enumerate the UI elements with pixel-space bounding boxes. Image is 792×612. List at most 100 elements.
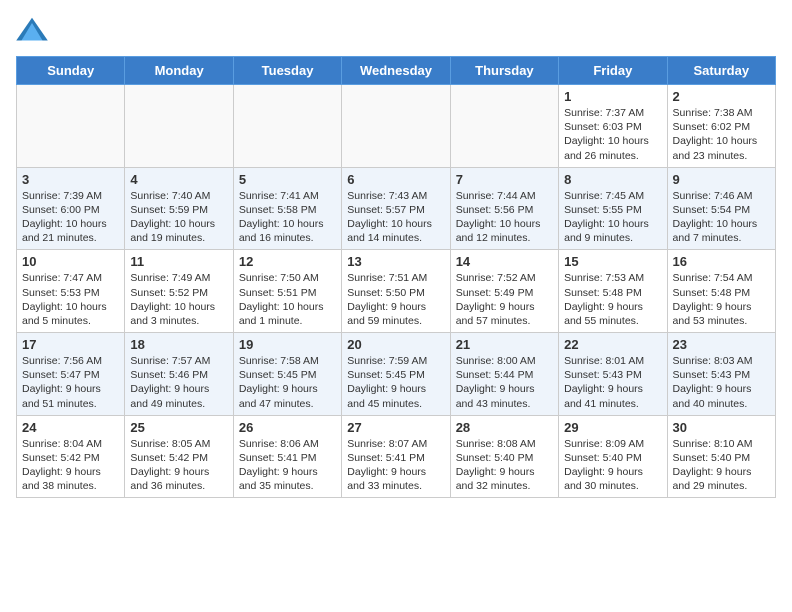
calendar-cell: 20 Sunrise: 7:59 AM Sunset: 5:45 PM Dayli…: [342, 333, 450, 416]
logo: [16, 16, 52, 44]
day-number: 16: [673, 254, 770, 269]
day-number: 20: [347, 337, 444, 352]
day-info: Sunrise: 7:59 AM Sunset: 5:45 PM Dayligh…: [347, 354, 444, 411]
day-number: 26: [239, 420, 336, 435]
day-info: Sunrise: 7:47 AM Sunset: 5:53 PM Dayligh…: [22, 271, 119, 328]
day-number: 8: [564, 172, 661, 187]
day-info: Sunrise: 7:58 AM Sunset: 5:45 PM Dayligh…: [239, 354, 336, 411]
calendar-cell: [125, 85, 233, 168]
day-header-tuesday: Tuesday: [233, 57, 341, 85]
day-header-monday: Monday: [125, 57, 233, 85]
calendar-table: SundayMondayTuesdayWednesdayThursdayFrid…: [16, 56, 776, 498]
day-number: 2: [673, 89, 770, 104]
calendar-cell: 2 Sunrise: 7:38 AM Sunset: 6:02 PM Daylig…: [667, 85, 775, 168]
day-number: 19: [239, 337, 336, 352]
day-info: Sunrise: 8:09 AM Sunset: 5:40 PM Dayligh…: [564, 437, 661, 494]
day-number: 24: [22, 420, 119, 435]
day-info: Sunrise: 7:52 AM Sunset: 5:49 PM Dayligh…: [456, 271, 553, 328]
day-number: 27: [347, 420, 444, 435]
calendar-cell: 4 Sunrise: 7:40 AM Sunset: 5:59 PM Daylig…: [125, 167, 233, 250]
calendar-week-2: 3Sunrise: 7:39 AM Sunset: 6:00 PM Daylig…: [17, 167, 776, 250]
day-info: Sunrise: 8:10 AM Sunset: 5:40 PM Dayligh…: [673, 437, 770, 494]
day-number: 7: [456, 172, 553, 187]
day-header-sunday: Sunday: [17, 57, 125, 85]
calendar-cell: 9 Sunrise: 7:46 AM Sunset: 5:54 PM Daylig…: [667, 167, 775, 250]
day-number: 11: [130, 254, 227, 269]
day-number: 22: [564, 337, 661, 352]
day-header-wednesday: Wednesday: [342, 57, 450, 85]
day-number: 9: [673, 172, 770, 187]
calendar-cell: 17 Sunrise: 7:56 AM Sunset: 5:47 PM Dayli…: [17, 333, 125, 416]
day-info: Sunrise: 7:44 AM Sunset: 5:56 PM Dayligh…: [456, 189, 553, 246]
day-info: Sunrise: 8:06 AM Sunset: 5:41 PM Dayligh…: [239, 437, 336, 494]
day-number: 17: [22, 337, 119, 352]
calendar-cell: 5Sunrise: 7:41 AM Sunset: 5:58 PM Daylig…: [233, 167, 341, 250]
day-info: Sunrise: 7:50 AM Sunset: 5:51 PM Dayligh…: [239, 271, 336, 328]
day-number: 10: [22, 254, 119, 269]
day-number: 28: [456, 420, 553, 435]
calendar-cell: 27Sunrise: 8:07 AM Sunset: 5:41 PM Dayli…: [342, 415, 450, 498]
calendar-header-row: SundayMondayTuesdayWednesdayThursdayFrid…: [17, 57, 776, 85]
day-info: Sunrise: 8:00 AM Sunset: 5:44 PM Dayligh…: [456, 354, 553, 411]
calendar-week-5: 24 Sunrise: 8:04 AM Sunset: 5:42 PM Dayli…: [17, 415, 776, 498]
logo-icon: [16, 16, 48, 44]
calendar-cell: 21 Sunrise: 8:00 AM Sunset: 5:44 PM Dayli…: [450, 333, 558, 416]
day-info: Sunrise: 8:04 AM Sunset: 5:42 PM Dayligh…: [22, 437, 119, 494]
calendar-cell: 13 Sunrise: 7:51 AM Sunset: 5:50 PM Dayli…: [342, 250, 450, 333]
calendar-cell: [342, 85, 450, 168]
day-number: 23: [673, 337, 770, 352]
calendar-cell: 11 Sunrise: 7:49 AM Sunset: 5:52 PM Dayli…: [125, 250, 233, 333]
day-number: 18: [130, 337, 227, 352]
day-info: Sunrise: 7:37 AM Sunset: 6:03 PM Dayligh…: [564, 106, 661, 163]
day-info: Sunrise: 7:43 AM Sunset: 5:57 PM Dayligh…: [347, 189, 444, 246]
calendar-cell: 18 Sunrise: 7:57 AM Sunset: 5:46 PM Dayli…: [125, 333, 233, 416]
day-info: Sunrise: 7:51 AM Sunset: 5:50 PM Dayligh…: [347, 271, 444, 328]
day-info: Sunrise: 7:49 AM Sunset: 5:52 PM Dayligh…: [130, 271, 227, 328]
day-info: Sunrise: 7:54 AM Sunset: 5:48 PM Dayligh…: [673, 271, 770, 328]
calendar-cell: 25Sunrise: 8:05 AM Sunset: 5:42 PM Dayli…: [125, 415, 233, 498]
day-info: Sunrise: 8:05 AM Sunset: 5:42 PM Dayligh…: [130, 437, 227, 494]
calendar-cell: [233, 85, 341, 168]
day-info: Sunrise: 7:53 AM Sunset: 5:48 PM Dayligh…: [564, 271, 661, 328]
calendar-cell: 14Sunrise: 7:52 AM Sunset: 5:49 PM Dayli…: [450, 250, 558, 333]
calendar-week-1: 1 Sunrise: 7:37 AM Sunset: 6:03 PM Daylig…: [17, 85, 776, 168]
calendar-cell: 10 Sunrise: 7:47 AM Sunset: 5:53 PM Dayli…: [17, 250, 125, 333]
calendar-cell: 8 Sunrise: 7:45 AM Sunset: 5:55 PM Daylig…: [559, 167, 667, 250]
day-header-saturday: Saturday: [667, 57, 775, 85]
day-info: Sunrise: 7:46 AM Sunset: 5:54 PM Dayligh…: [673, 189, 770, 246]
calendar-cell: 16 Sunrise: 7:54 AM Sunset: 5:48 PM Dayli…: [667, 250, 775, 333]
calendar-cell: 26 Sunrise: 8:06 AM Sunset: 5:41 PM Dayli…: [233, 415, 341, 498]
day-info: Sunrise: 7:38 AM Sunset: 6:02 PM Dayligh…: [673, 106, 770, 163]
calendar-cell: 1 Sunrise: 7:37 AM Sunset: 6:03 PM Daylig…: [559, 85, 667, 168]
day-number: 29: [564, 420, 661, 435]
day-info: Sunrise: 8:03 AM Sunset: 5:43 PM Dayligh…: [673, 354, 770, 411]
day-number: 21: [456, 337, 553, 352]
calendar-cell: 23 Sunrise: 8:03 AM Sunset: 5:43 PM Dayli…: [667, 333, 775, 416]
calendar-cell: 24 Sunrise: 8:04 AM Sunset: 5:42 PM Dayli…: [17, 415, 125, 498]
day-info: Sunrise: 7:40 AM Sunset: 5:59 PM Dayligh…: [130, 189, 227, 246]
page-header: [16, 16, 776, 44]
calendar-cell: 30 Sunrise: 8:10 AM Sunset: 5:40 PM Dayli…: [667, 415, 775, 498]
day-info: Sunrise: 8:01 AM Sunset: 5:43 PM Dayligh…: [564, 354, 661, 411]
calendar-cell: 19 Sunrise: 7:58 AM Sunset: 5:45 PM Dayli…: [233, 333, 341, 416]
calendar-cell: 7 Sunrise: 7:44 AM Sunset: 5:56 PM Daylig…: [450, 167, 558, 250]
calendar-cell: 15 Sunrise: 7:53 AM Sunset: 5:48 PM Dayli…: [559, 250, 667, 333]
day-info: Sunrise: 7:56 AM Sunset: 5:47 PM Dayligh…: [22, 354, 119, 411]
calendar-cell: 22 Sunrise: 8:01 AM Sunset: 5:43 PM Dayli…: [559, 333, 667, 416]
day-info: Sunrise: 7:57 AM Sunset: 5:46 PM Dayligh…: [130, 354, 227, 411]
calendar-week-3: 10 Sunrise: 7:47 AM Sunset: 5:53 PM Dayli…: [17, 250, 776, 333]
day-number: 3: [22, 172, 119, 187]
day-number: 13: [347, 254, 444, 269]
calendar-cell: 28Sunrise: 8:08 AM Sunset: 5:40 PM Dayli…: [450, 415, 558, 498]
day-header-friday: Friday: [559, 57, 667, 85]
day-number: 5: [239, 172, 336, 187]
day-header-thursday: Thursday: [450, 57, 558, 85]
day-number: 4: [130, 172, 227, 187]
calendar-week-4: 17 Sunrise: 7:56 AM Sunset: 5:47 PM Dayli…: [17, 333, 776, 416]
day-number: 15: [564, 254, 661, 269]
day-number: 1: [564, 89, 661, 104]
calendar-cell: [17, 85, 125, 168]
day-number: 6: [347, 172, 444, 187]
day-number: 30: [673, 420, 770, 435]
day-info: Sunrise: 7:45 AM Sunset: 5:55 PM Dayligh…: [564, 189, 661, 246]
